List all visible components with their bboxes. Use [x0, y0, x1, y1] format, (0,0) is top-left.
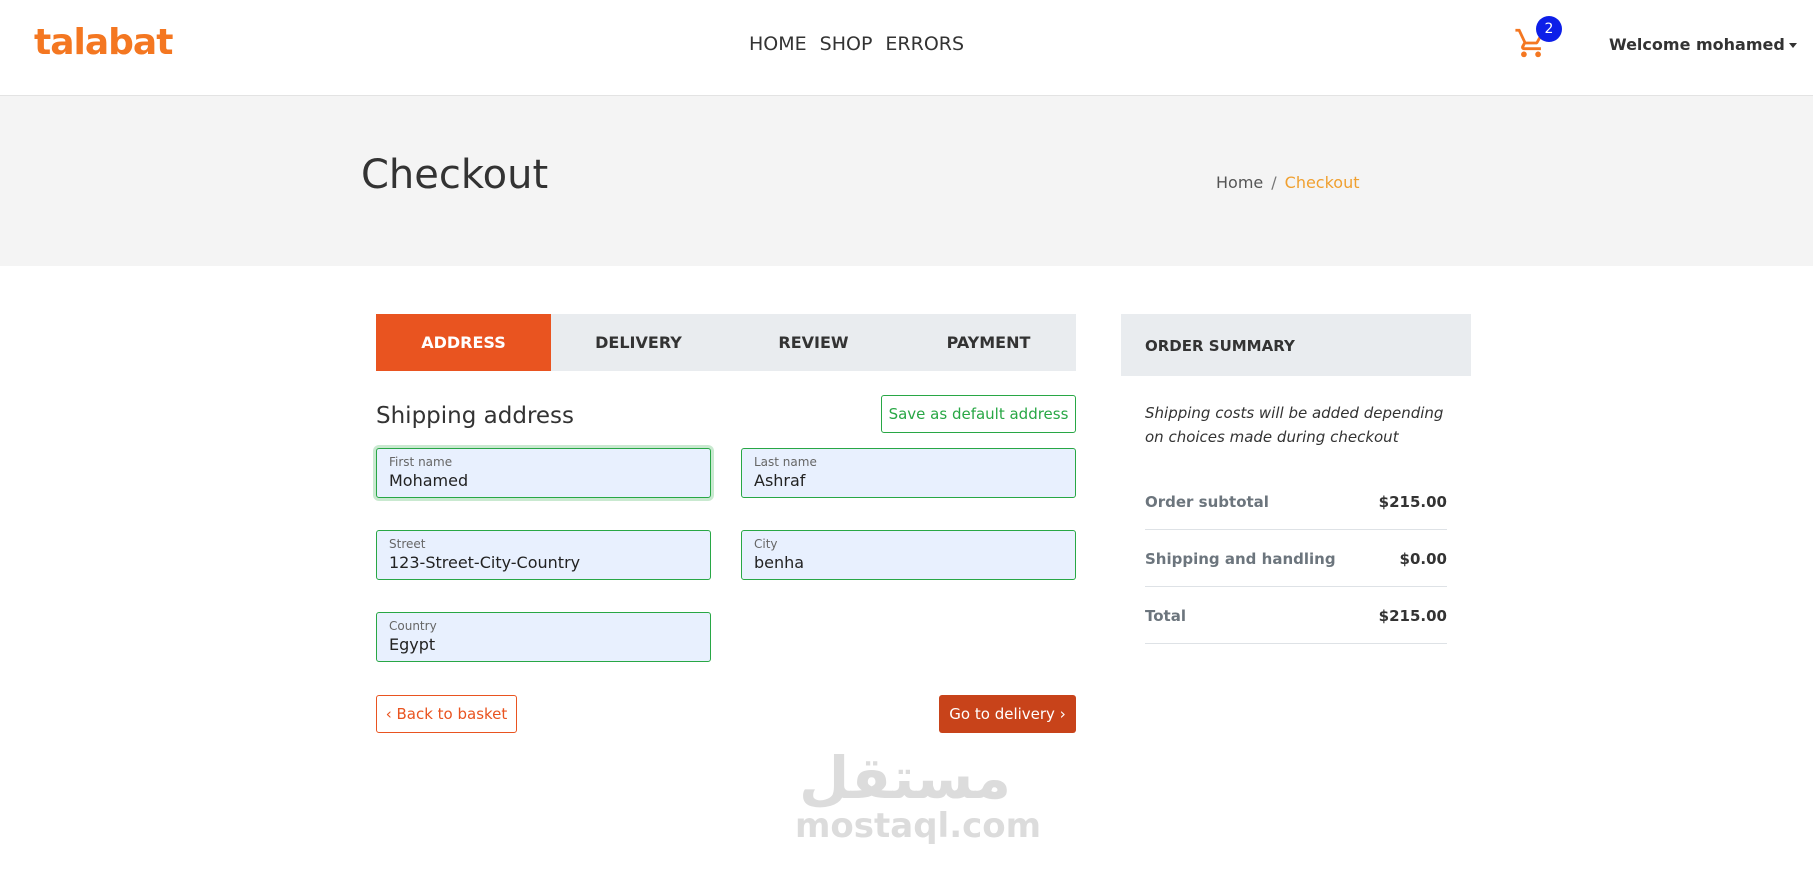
checkout-steps: ADDRESS DELIVERY REVIEW PAYMENT: [376, 314, 1076, 371]
cart-count-badge: 2: [1536, 16, 1562, 42]
cart-button[interactable]: 2: [1514, 16, 1562, 62]
summary-value: $215.00: [1378, 493, 1447, 511]
main-nav: HOME SHOP ERRORS: [749, 33, 964, 55]
breadcrumb-current: Checkout: [1284, 173, 1360, 192]
first-name-input[interactable]: [389, 471, 689, 490]
back-to-basket-button[interactable]: ‹ Back to basket: [376, 695, 517, 733]
order-summary-note: Shipping costs will be added depending o…: [1145, 404, 1444, 446]
save-default-address-button[interactable]: Save as default address: [881, 395, 1076, 433]
city-input[interactable]: [754, 553, 1054, 572]
caret-down-icon: [1788, 43, 1797, 48]
street-input[interactable]: [389, 553, 689, 572]
street-field: Street: [376, 530, 711, 580]
go-to-delivery-button[interactable]: Go to delivery ›: [939, 695, 1076, 733]
breadcrumb-separator: /: [1271, 173, 1277, 192]
summary-label: Order subtotal: [1145, 493, 1269, 511]
first-name-label: First name: [389, 455, 453, 469]
summary-value: $215.00: [1378, 607, 1447, 625]
city-label: City: [754, 537, 778, 551]
street-label: Street: [389, 537, 426, 551]
top-navbar: talabat HOME SHOP ERRORS 2 Welcome moham…: [0, 0, 1813, 96]
nav-errors-link[interactable]: ERRORS: [885, 33, 964, 55]
summary-label: Total: [1145, 607, 1186, 625]
watermark-latin-text: mostaql.com: [795, 806, 1042, 846]
nav-home-link[interactable]: HOME: [749, 33, 807, 55]
summary-row-shipping: Shipping and handling $0.00: [1145, 530, 1447, 587]
user-greeting: Welcome mohamed: [1609, 35, 1785, 54]
first-name-field: First name: [376, 448, 711, 498]
summary-row-total: Total $215.00: [1145, 587, 1447, 644]
order-summary-header: ORDER SUMMARY: [1121, 314, 1471, 376]
nav-shop-link[interactable]: SHOP: [820, 33, 873, 55]
order-summary-title: ORDER SUMMARY: [1145, 337, 1295, 355]
watermark-arabic-text: مستقل: [798, 744, 1012, 812]
last-name-label: Last name: [754, 455, 817, 469]
step-payment[interactable]: PAYMENT: [901, 314, 1076, 371]
country-input[interactable]: [389, 635, 689, 654]
page-header: Checkout Home / Checkout: [0, 96, 1813, 266]
watermark-logo: مستقل mostaql.com: [795, 744, 1042, 846]
country-field: Country: [376, 612, 711, 662]
summary-value: $0.00: [1399, 550, 1447, 568]
city-field: City: [741, 530, 1076, 580]
page-title: Checkout: [361, 152, 549, 198]
shipping-address-title: Shipping address: [376, 403, 575, 429]
step-review[interactable]: REVIEW: [726, 314, 901, 371]
brand-logo[interactable]: talabat: [34, 22, 173, 63]
breadcrumb: Home / Checkout: [1216, 173, 1360, 192]
summary-row-subtotal: Order subtotal $215.00: [1145, 473, 1447, 530]
summary-label: Shipping and handling: [1145, 550, 1336, 568]
user-menu-toggle[interactable]: Welcome mohamed: [1609, 35, 1797, 54]
breadcrumb-home-link[interactable]: Home: [1216, 173, 1263, 192]
last-name-input[interactable]: [754, 471, 1054, 490]
step-address[interactable]: ADDRESS: [376, 314, 551, 371]
last-name-field: Last name: [741, 448, 1076, 498]
step-delivery[interactable]: DELIVERY: [551, 314, 726, 371]
country-label: Country: [389, 619, 437, 633]
